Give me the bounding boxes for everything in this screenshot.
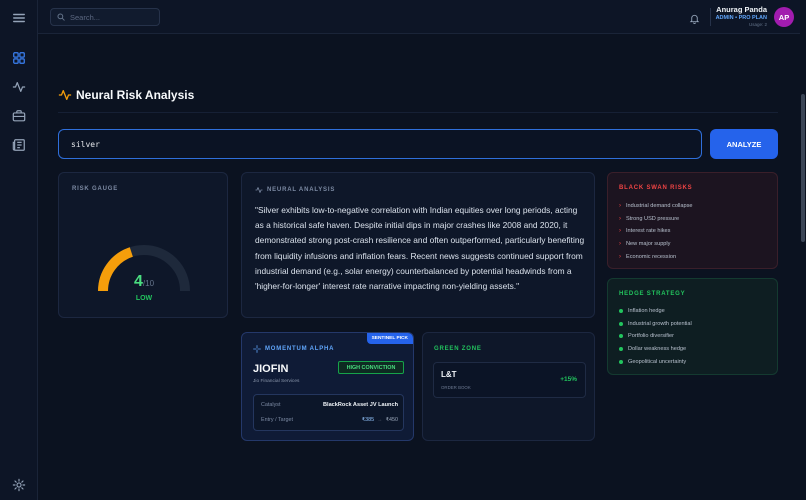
list-item: › Interest rate hikes xyxy=(619,225,693,238)
arrow-right-icon: → xyxy=(377,417,383,423)
avatar[interactable]: AP xyxy=(774,7,794,27)
list-item-text: Inflation hedge xyxy=(628,308,665,315)
entry-target-label: Entry / Target xyxy=(261,417,293,423)
green-zone-ticker: L&T xyxy=(441,370,457,379)
hedge-strategy-card: HEDGE STRATEGY Inflation hedge Industria… xyxy=(607,278,778,375)
green-zone-subtitle: ORDER BOOK xyxy=(441,385,471,390)
chevron-right-icon: › xyxy=(619,203,621,210)
momentum-label: MOMENTUM ALPHA xyxy=(265,346,335,352)
title-divider xyxy=(58,112,778,113)
bullet-dot-icon xyxy=(619,334,623,339)
bullet-dot-icon xyxy=(619,309,623,314)
entry-target-row: Entry / Target ₹385 → ₹450 xyxy=(261,417,398,423)
list-item-text: Portfolio diversifier xyxy=(628,333,675,340)
bullet-dot-icon xyxy=(619,347,623,352)
list-item: Geopolitical uncertainty xyxy=(619,355,692,368)
list-item-text: Dollar weakness hedge xyxy=(628,346,687,353)
momentum-company: Jio Financial Services xyxy=(253,379,300,384)
list-item: Industrial growth potential xyxy=(619,318,692,331)
green-zone-change: +15% xyxy=(560,376,577,383)
momentum-header: MOMENTUM ALPHA xyxy=(253,345,334,353)
list-item: Inflation hedge xyxy=(619,305,692,318)
search-box[interactable] xyxy=(50,8,160,26)
chevron-right-icon: › xyxy=(619,253,621,260)
momentum-details: Catalyst BlackRock Asset JV Launch Entry… xyxy=(253,394,404,431)
sentinel-pick-badge: SENTINEL PICK xyxy=(366,333,413,344)
black-swan-list: › Industrial demand collapse › Strong USD … xyxy=(619,200,693,263)
green-zone-item[interactable]: L&T ORDER BOOK +15% xyxy=(433,362,586,398)
risk-score-max: /10 xyxy=(142,279,155,288)
list-item: › Economic recession xyxy=(619,250,693,263)
news-icon[interactable] xyxy=(11,137,27,153)
search-input[interactable] xyxy=(70,12,154,22)
bullet-dot-icon xyxy=(619,359,623,364)
black-swan-label: BLACK SWAN RISKS xyxy=(619,185,693,191)
header-divider xyxy=(710,8,711,26)
green-zone-label: GREEN ZONE xyxy=(434,346,482,352)
hedge-strategy-label: HEDGE STRATEGY xyxy=(619,291,686,297)
analyze-button[interactable]: ANALYZE xyxy=(710,129,778,159)
catalyst-label: Catalyst xyxy=(261,402,281,408)
dashboard-icon[interactable] xyxy=(11,50,27,66)
list-item-text: Economic recession xyxy=(626,253,677,260)
neural-analysis-header: NEURAL ANALYSIS xyxy=(255,186,335,194)
pulse-icon xyxy=(255,187,263,193)
entry-price: ₹385 xyxy=(361,417,375,423)
momentum-ticker: JIOFIN xyxy=(253,363,289,375)
bullet-dot-icon xyxy=(619,321,623,326)
green-zone-card: GREEN ZONE L&T ORDER BOOK +15% xyxy=(422,332,595,441)
list-item-text: Geopolitical uncertainty xyxy=(628,358,687,365)
notification-bell-icon[interactable] xyxy=(689,11,701,24)
list-item: › New major supply xyxy=(619,238,693,251)
user-usage: Usage: 2 xyxy=(748,22,767,27)
momentum-alpha-card[interactable]: SENTINEL PICK MOMENTUM ALPHA JIOFIN Jio … xyxy=(241,332,414,441)
conviction-badge: HIGH CONVICTION xyxy=(338,361,404,374)
user-info[interactable]: Anurag Panda ADMIN • PRO PLAN Usage: 2 xyxy=(716,5,767,27)
chevron-right-icon: › xyxy=(619,228,621,235)
neural-analysis-label: NEURAL ANALYSIS xyxy=(267,187,336,193)
sparkle-icon xyxy=(253,345,261,353)
list-item: › Industrial demand collapse xyxy=(619,200,693,213)
list-item: Portfolio diversifier xyxy=(619,330,692,343)
asset-query-input[interactable] xyxy=(58,129,702,159)
chevron-right-icon: › xyxy=(619,215,621,222)
briefcase-icon[interactable] xyxy=(11,108,27,124)
neural-analysis-card: NEURAL ANALYSIS "Silver exhibits low-to-… xyxy=(241,172,595,318)
user-name: Anurag Panda xyxy=(716,5,767,14)
list-item-text: Strong USD pressure xyxy=(626,215,680,222)
risk-level: LOW xyxy=(135,295,153,302)
user-role: ADMIN • PRO PLAN xyxy=(715,15,767,21)
scrollbar-thumb[interactable] xyxy=(801,94,805,242)
page-title: Neural Risk Analysis xyxy=(76,88,195,102)
catalyst-row: Catalyst BlackRock Asset JV Launch xyxy=(261,402,398,408)
list-item-text: Industrial growth potential xyxy=(628,320,692,327)
list-item-text: Interest rate hikes xyxy=(626,228,671,235)
chevron-right-icon: › xyxy=(619,241,621,248)
neural-analysis-text: "Silver exhibits low-to-negative correla… xyxy=(255,205,585,292)
entry-target-value: ₹385 → ₹450 xyxy=(362,417,398,423)
catalyst-value: BlackRock Asset JV Launch xyxy=(322,402,398,408)
activity-icon[interactable] xyxy=(11,79,27,95)
risk-gauge-label: RISK GAUGE xyxy=(72,186,119,192)
list-item-text: New major supply xyxy=(626,241,671,248)
list-item-text: Industrial demand collapse xyxy=(626,203,693,210)
pulse-icon xyxy=(58,89,72,101)
list-item: › Strong USD pressure xyxy=(619,213,693,226)
top-bar: Anurag Panda ADMIN • PRO PLAN Usage: 2 A… xyxy=(38,0,800,34)
settings-icon[interactable] xyxy=(11,477,27,493)
page-header: Neural Risk Analysis xyxy=(58,88,194,102)
hedge-strategy-list: Inflation hedge Industrial growth potent… xyxy=(619,305,692,368)
list-item: Dollar weakness hedge xyxy=(619,343,692,356)
target-price: ₹450 xyxy=(385,417,398,423)
black-swan-card: BLACK SWAN RISKS › Industrial demand coll… xyxy=(607,172,778,269)
menu-icon[interactable] xyxy=(11,10,27,26)
sidebar xyxy=(0,0,38,500)
search-icon xyxy=(57,13,65,21)
risk-score: 4/10 xyxy=(59,273,229,291)
risk-gauge-card: RISK GAUGE 4/10 LOW xyxy=(58,172,228,318)
risk-score-value: 4 xyxy=(133,273,143,290)
